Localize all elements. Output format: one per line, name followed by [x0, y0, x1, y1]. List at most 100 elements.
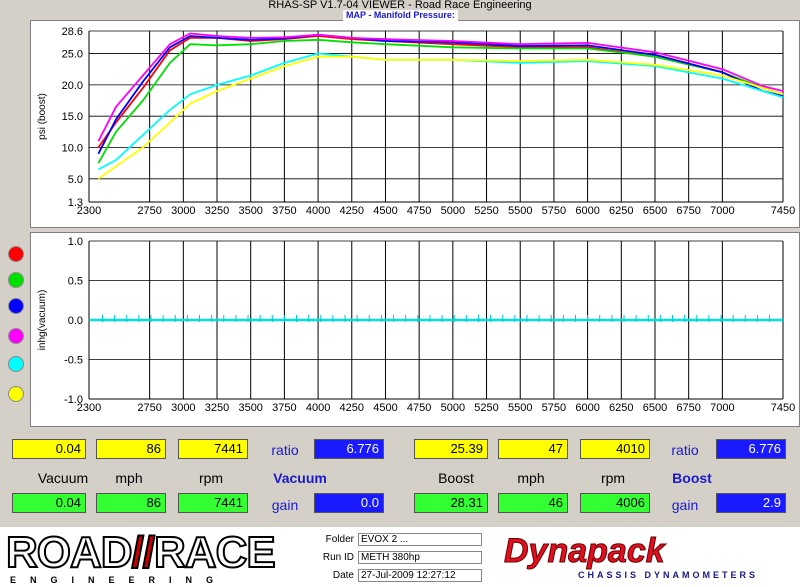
dynapack-text: Dynapack — [504, 532, 666, 571]
boost-value-2: 28.31 — [414, 493, 488, 513]
readout-panel: 0.04 86 7441 ratio 6.776 Vacuum mph rpm … — [0, 430, 800, 525]
vacuum-mph-2: 86 — [96, 493, 166, 513]
x-tick-label: 3250 — [205, 205, 229, 217]
boost-mph-1: 47 — [498, 439, 568, 459]
series-swatch-blue[interactable] — [8, 298, 24, 314]
x-tick-label: 5500 — [508, 402, 532, 414]
series-line-3 — [97, 32, 784, 142]
x-tick-label: 6500 — [643, 205, 667, 217]
x-tick-label: 5000 — [441, 205, 465, 217]
y-tick-label: 25.0 — [62, 49, 83, 61]
info-date-label: Date — [332, 570, 354, 581]
boost-rpm-label: rpm — [600, 470, 626, 486]
series-swatch-cyan[interactable] — [8, 356, 24, 372]
x-tick-label: 6750 — [676, 402, 700, 414]
dynapack-logo: Dynapack CHASSIS DYNAMOMETERS — [490, 532, 790, 584]
x-tick-label: 4750 — [407, 402, 431, 414]
vacuum-rpm-1: 7441 — [178, 439, 248, 459]
x-tick-label: 5750 — [542, 402, 566, 414]
x-tick-label: 3750 — [272, 402, 296, 414]
x-tick-label: 2750 — [137, 402, 161, 414]
x-tick-label: 6000 — [575, 205, 599, 217]
x-tick-label: 6250 — [609, 205, 633, 217]
x-tick-label: 4000 — [306, 205, 330, 217]
x-tick-label: 6500 — [643, 402, 667, 414]
road-race-logo: ROAD//RACE ENGINEERING — [5, 528, 311, 586]
vacuum-ratio-label: ratio — [271, 442, 299, 458]
vacuum-group-title: Vacuum — [273, 470, 327, 486]
vacuum-value-1: 0.04 — [12, 439, 86, 459]
dynapack-subtext: CHASSIS DYNAMOMETERS — [578, 570, 759, 580]
vacuum-mph-1: 86 — [96, 439, 166, 459]
vacuum-chart-frame: 2300 2750 3000 3250 3500 3750 4000 4250 4500 4750… — [30, 232, 800, 427]
boost-gain-label: gain — [671, 497, 699, 513]
x-tick-label: 5750 — [542, 205, 566, 217]
boost-chart: 2300 2750 3000 3250 3500 3750 4000 4250 4500 4750… — [37, 26, 795, 217]
x-tick-label: 6250 — [609, 402, 633, 414]
chart-title: MAP - Manifold Pressure: — [343, 10, 458, 21]
x-tick-label: 3750 — [272, 205, 296, 217]
boost-chart-frame: 2300 2750 3000 3250 3500 3750 4000 4250 4500 4750… — [30, 20, 800, 228]
logo-text-race: RACE — [153, 528, 277, 577]
x-tick-label: 4750 — [407, 205, 431, 217]
y-tick-label: 20.0 — [62, 80, 83, 92]
y-tick-label: -0.5 — [64, 355, 83, 367]
boost-label: Boost — [438, 470, 474, 486]
info-folder-value: EVOX 2 ... — [358, 533, 482, 546]
boost-rpm-1: 4010 — [580, 439, 650, 459]
x-tick-label: 7450 — [771, 402, 795, 414]
series-line-2 — [97, 33, 784, 155]
vacuum-gain-value: 0.0 — [314, 493, 384, 513]
series-line-5 — [97, 55, 784, 180]
logo-text-road: ROAD — [5, 528, 134, 577]
y-tick-label: 1.0 — [68, 236, 83, 248]
series-line-0 — [97, 35, 784, 149]
x-tick-label: 5250 — [474, 205, 498, 217]
info-runid-value: METH 380hp — [358, 551, 482, 564]
y-tick-label: 5.0 — [68, 174, 83, 186]
x-tick-label: 7000 — [710, 402, 734, 414]
x-tick-label: 5000 — [441, 402, 465, 414]
x-tick-label: 7000 — [710, 205, 734, 217]
x-tick-label: 3500 — [238, 205, 262, 217]
info-folder-label: Folder — [325, 534, 354, 545]
y-tick-label: -1.0 — [64, 394, 83, 406]
y-tick-label: 1.3 — [68, 197, 83, 209]
series-legend-strip — [0, 20, 30, 428]
y-tick-label: 28.6 — [62, 26, 83, 38]
info-runid-label: Run ID — [322, 552, 354, 563]
y-tick-label: 15.0 — [62, 111, 83, 123]
boost-gain-value: 2.9 — [716, 493, 786, 513]
vacuum-rpm-label: rpm — [198, 470, 224, 486]
info-runid: Run ID METH 380hp — [316, 551, 486, 566]
series-swatch-yellow[interactable] — [8, 386, 24, 402]
x-tick-label: 4500 — [373, 402, 397, 414]
vacuum-ratio-value: 6.776 — [314, 439, 384, 459]
boost-mph-2: 46 — [498, 493, 568, 513]
vacuum-rpm-2: 7441 — [178, 493, 248, 513]
x-tick-label: 3500 — [238, 402, 262, 414]
y-tick-label: 10.0 — [62, 143, 83, 155]
boost-mph-label: mph — [517, 470, 545, 486]
series-swatch-green[interactable] — [8, 272, 24, 288]
dyno-viewer-window: RHAS-SP V1.7-04 VIEWER - Road Race Engin… — [0, 0, 800, 587]
series-swatch-red[interactable] — [8, 246, 24, 262]
x-tick-label: 3000 — [171, 402, 195, 414]
vacuum-gain-label: gain — [271, 497, 299, 513]
boost-rpm-2: 4006 — [580, 493, 650, 513]
x-tick-label: 2750 — [137, 205, 161, 217]
x-tick-label: 3000 — [171, 205, 195, 217]
x-tick-label: 5250 — [474, 402, 498, 414]
x-tick-label: 3250 — [205, 402, 229, 414]
logo-slashes: // — [131, 528, 157, 577]
series-line-4 — [97, 52, 784, 171]
logo-subtext: ENGINEERING — [10, 575, 228, 585]
x-tick-label: 6000 — [575, 402, 599, 414]
boost-group-title: Boost — [672, 470, 712, 486]
boost-value-1: 25.39 — [414, 439, 488, 459]
info-folder: Folder EVOX 2 ... — [316, 533, 486, 548]
vacuum-label: Vacuum — [37, 470, 89, 486]
info-date-value: 27-Jul-2009 12:27:12 — [358, 569, 482, 582]
series-swatch-magenta[interactable] — [8, 328, 24, 344]
x-tick-label: 4500 — [373, 205, 397, 217]
